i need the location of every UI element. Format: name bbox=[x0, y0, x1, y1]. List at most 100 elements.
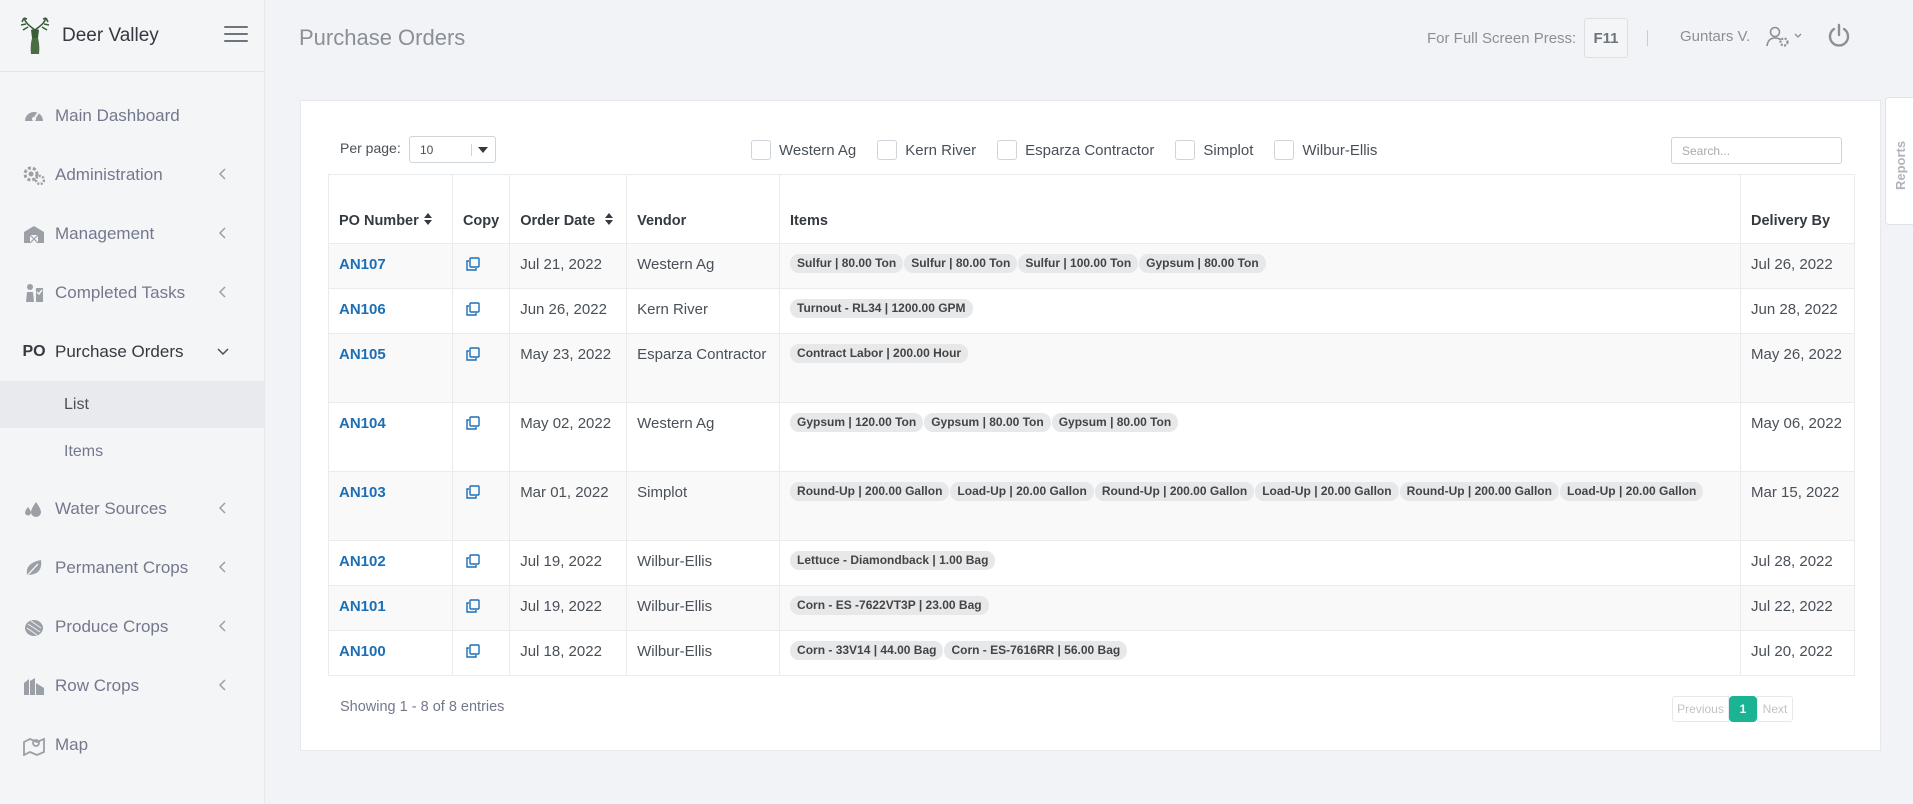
sidebar-subitem-list[interactable]: List bbox=[0, 381, 264, 428]
copy-icon[interactable] bbox=[466, 554, 480, 568]
po-link[interactable]: AN106 bbox=[339, 301, 386, 318]
sidebar-item-label: Water Sources bbox=[55, 498, 167, 518]
checkbox[interactable] bbox=[1274, 140, 1295, 160]
user-name[interactable]: Guntars V. bbox=[1680, 28, 1750, 45]
table-header-row: PO Number Copy Order Date Vendor Items D… bbox=[328, 174, 1855, 244]
previous-button[interactable]: Previous bbox=[1672, 696, 1729, 722]
item-tag: Gypsum | 80.00 Ton bbox=[1139, 254, 1266, 273]
chevron-left-icon bbox=[218, 502, 226, 514]
filter-simplot[interactable]: Simplot bbox=[1175, 140, 1253, 160]
cell-po-number: AN105 bbox=[328, 333, 453, 403]
cell-vendor: Wilbur-Ellis bbox=[626, 585, 781, 631]
po-link[interactable]: AN101 bbox=[339, 598, 386, 615]
copy-icon[interactable] bbox=[466, 257, 480, 271]
sidebar-item-produce-crops[interactable]: Produce Crops bbox=[0, 597, 264, 656]
copy-icon[interactable] bbox=[466, 599, 480, 613]
cell-copy bbox=[451, 243, 511, 289]
checkbox[interactable] bbox=[997, 140, 1018, 160]
caret-down-icon bbox=[478, 147, 488, 153]
fullscreen-hint: For Full Screen Press: bbox=[1427, 30, 1577, 47]
sidebar-item-label: Management bbox=[55, 223, 155, 243]
copy-icon[interactable] bbox=[466, 644, 480, 658]
sidebar-item-row-crops[interactable]: Row Crops bbox=[0, 656, 264, 715]
sidebar-subitem-items[interactable]: Items bbox=[0, 428, 264, 475]
user-settings-icon[interactable] bbox=[1766, 25, 1802, 49]
copy-icon[interactable] bbox=[466, 302, 480, 316]
item-tag: Round-Up | 200.00 Gallon bbox=[790, 482, 950, 501]
cell-copy bbox=[451, 630, 511, 676]
po-link[interactable]: AN104 bbox=[339, 415, 386, 432]
cell-items: Corn - 33V14 | 44.00 Bag Corn - ES-7616RR… bbox=[779, 630, 1742, 676]
filter-label: Wilbur-Ellis bbox=[1302, 141, 1378, 159]
filter-esparza-contractor[interactable]: Esparza Contractor bbox=[997, 140, 1154, 160]
copy-icon[interactable] bbox=[466, 485, 480, 499]
sidebar-item-purchase-orders[interactable]: PO Purchase Orders bbox=[0, 322, 264, 381]
th-copy: Copy bbox=[451, 174, 511, 244]
th-items: Items bbox=[779, 174, 1742, 244]
brand-name: Deer Valley bbox=[62, 24, 159, 46]
reports-tab[interactable]: Reports bbox=[1885, 97, 1913, 225]
chevron-left-icon bbox=[218, 679, 226, 691]
cell-items: Sulfur | 80.00 Ton Sulfur | 80.00 Ton Sulf… bbox=[779, 243, 1742, 289]
per-page-label: Per page: bbox=[340, 140, 401, 156]
per-page-value: 10 bbox=[420, 143, 434, 157]
cell-order-date: Jun 26, 2022 bbox=[509, 288, 628, 334]
item-tag: Round-Up | 200.00 Gallon bbox=[1094, 482, 1255, 501]
sort-icon bbox=[424, 213, 432, 225]
cell-copy bbox=[451, 540, 511, 586]
po-link[interactable]: AN107 bbox=[339, 256, 386, 273]
row-crops-icon bbox=[22, 675, 46, 697]
sidebar-item-management[interactable]: Management bbox=[0, 204, 264, 263]
copy-icon[interactable] bbox=[466, 416, 480, 430]
dashboard-icon bbox=[22, 105, 46, 127]
sidebar-item-main-dashboard[interactable]: Main Dashboard bbox=[0, 86, 264, 145]
hamburger-menu-icon[interactable] bbox=[224, 26, 248, 46]
checkbox[interactable] bbox=[877, 140, 898, 160]
filter-western-ag[interactable]: Western Ag bbox=[751, 140, 856, 160]
cell-delivery-by: Jul 28, 2022 bbox=[1740, 540, 1855, 586]
per-page-select[interactable]: 10 bbox=[409, 136, 496, 163]
sidebar-item-water-sources[interactable]: Water Sources bbox=[0, 479, 264, 538]
th-po-number[interactable]: PO Number bbox=[328, 174, 453, 244]
item-tag: Load-Up | 20.00 Gallon bbox=[1559, 482, 1704, 501]
po-link[interactable]: AN102 bbox=[339, 553, 386, 570]
filter-wilbur-ellis[interactable]: Wilbur-Ellis bbox=[1274, 140, 1377, 160]
fullscreen-key[interactable]: F11 bbox=[1584, 18, 1628, 58]
cell-po-number: AN107 bbox=[328, 243, 453, 289]
cell-delivery-by: Jul 20, 2022 bbox=[1740, 630, 1855, 676]
cell-copy bbox=[451, 333, 511, 403]
header-divider bbox=[1647, 30, 1648, 46]
filter-kern-river[interactable]: Kern River bbox=[877, 140, 976, 160]
table-row: AN107 Jul 21, 2022 Western Ag Sulfur | 80.0… bbox=[328, 243, 1855, 289]
power-icon[interactable] bbox=[1826, 23, 1852, 49]
page-title: Purchase Orders bbox=[299, 25, 466, 50]
checkbox[interactable] bbox=[751, 140, 771, 160]
search-input[interactable]: Search... bbox=[1671, 137, 1842, 164]
cell-po-number: AN104 bbox=[328, 402, 453, 472]
gears-icon bbox=[22, 164, 46, 186]
cell-vendor: Simplot bbox=[626, 471, 781, 541]
table-row: AN101 Jul 19, 2022 Wilbur-Ellis Corn - ES -… bbox=[328, 585, 1855, 631]
sidebar-item-permanent-crops[interactable]: Permanent Crops bbox=[0, 538, 264, 597]
cell-copy bbox=[451, 402, 511, 472]
cell-delivery-by: May 26, 2022 bbox=[1740, 333, 1855, 403]
po-link[interactable]: AN105 bbox=[339, 346, 386, 363]
produce-icon bbox=[22, 616, 46, 638]
sidebar-item-completed-tasks[interactable]: Completed Tasks bbox=[0, 263, 264, 322]
item-tag: Sulfur | 80.00 Ton bbox=[790, 254, 904, 273]
page-1-button[interactable]: 1 bbox=[1729, 696, 1757, 722]
po-link[interactable]: AN103 bbox=[339, 484, 386, 501]
th-order-date[interactable]: Order Date bbox=[509, 174, 628, 244]
cell-items: Turnout - RL34 | 1200.00 GPM bbox=[779, 288, 1742, 334]
cell-vendor: Western Ag bbox=[626, 243, 781, 289]
checkbox[interactable] bbox=[1175, 140, 1196, 160]
next-button[interactable]: Next bbox=[1757, 696, 1793, 722]
cell-order-date: Mar 01, 2022 bbox=[509, 471, 628, 541]
cell-po-number: AN103 bbox=[328, 471, 453, 541]
copy-icon[interactable] bbox=[466, 347, 480, 361]
header: Purchase Orders For Full Screen Press: F… bbox=[266, 0, 1913, 75]
sidebar-item-map[interactable]: Map bbox=[0, 715, 264, 774]
sidebar-item-administration[interactable]: Administration bbox=[0, 145, 264, 204]
po-link[interactable]: AN100 bbox=[339, 643, 386, 660]
sidebar-menu: Main Dashboard Administration Management… bbox=[0, 72, 264, 774]
